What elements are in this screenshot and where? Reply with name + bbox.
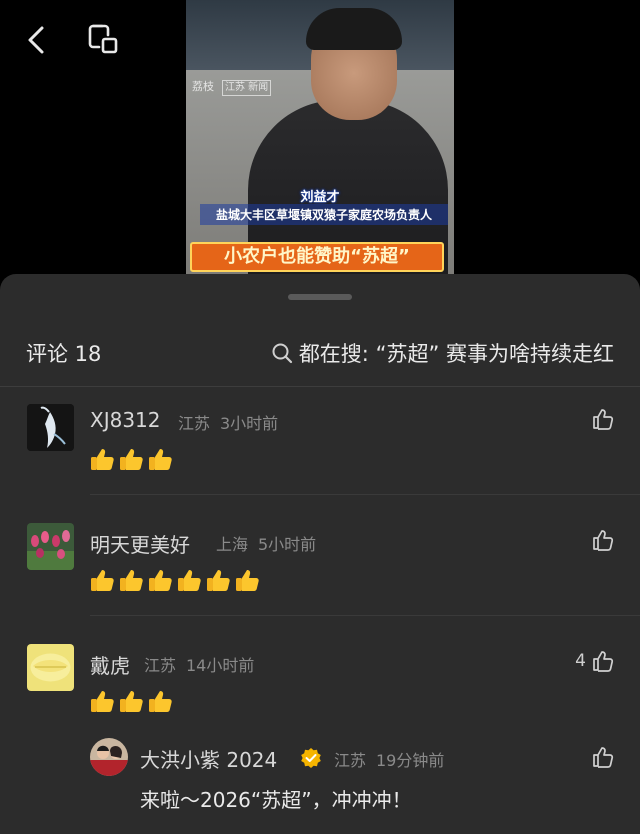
picture-in-picture-button[interactable] xyxy=(86,22,120,56)
thumbs-up-emoji-icon xyxy=(236,570,259,591)
thumbs-emoji-row xyxy=(90,567,261,593)
like-button[interactable] xyxy=(592,746,614,768)
reply-avatar[interactable] xyxy=(90,738,128,776)
pip-icon xyxy=(88,24,118,54)
comments-sheet: 评论 18 都在搜: “苏超” 赛事为啥持续走红 XJ8312 江苏 3小时前 xyxy=(0,274,640,834)
comment-time: 14小时前 xyxy=(186,656,255,675)
thumbs-up-emoji-icon xyxy=(149,449,172,470)
comment-count: 评论 18 xyxy=(26,342,102,366)
video-caption-name: 刘益才 xyxy=(300,190,340,205)
comment-time: 5小时前 xyxy=(258,535,317,554)
like-button[interactable] xyxy=(586,408,614,430)
thumbs-up-icon xyxy=(593,651,614,672)
thumbs-up-emoji-icon xyxy=(91,691,114,712)
comment-username[interactable]: XJ8312 xyxy=(90,408,161,432)
like-count: 4 xyxy=(575,651,586,671)
verified-badge-icon xyxy=(301,748,321,768)
thumbs-up-icon xyxy=(593,747,614,768)
search-icon xyxy=(272,343,292,364)
comments-header: 评论 18 都在搜: “苏超” 赛事为啥持续走红 xyxy=(0,328,640,386)
avatar[interactable] xyxy=(27,523,74,570)
comment-username[interactable]: 戴虎 xyxy=(90,650,130,679)
video-watermark-logo: 荔枝 xyxy=(192,80,214,93)
thumbs-up-icon xyxy=(593,409,614,430)
comment-time: 3小时前 xyxy=(220,414,279,433)
thumbs-up-emoji-icon xyxy=(149,570,172,591)
comment-location: 江苏 xyxy=(144,656,177,675)
avatar-image xyxy=(27,404,74,451)
search-suggestion-text: 都在搜: “苏超” 赛事为啥持续走红 xyxy=(298,342,614,366)
thumbs-up-emoji-icon xyxy=(120,691,143,712)
video-headline: 小农户也能赞助“苏超” xyxy=(190,242,444,272)
video-player[interactable]: 荔枝 江苏 新闻 刘益才 盐城大丰区草堰镇双猿子家庭农场负责人 小农户也能赞助“… xyxy=(186,0,454,290)
thumbs-up-emoji-icon xyxy=(120,449,143,470)
like-button[interactable]: 4 xyxy=(575,650,614,672)
reply-location: 江苏 xyxy=(334,751,367,770)
video-watermark-news: 江苏 新闻 xyxy=(222,80,272,96)
comment-divider xyxy=(90,494,640,495)
comment-username[interactable]: 明天更美好 xyxy=(90,529,190,558)
drag-handle[interactable] xyxy=(288,294,352,300)
thumbs-up-emoji-icon xyxy=(149,691,172,712)
avatar-image xyxy=(90,738,128,776)
video-area: 荔枝 江苏 新闻 刘益才 盐城大丰区草堰镇双猿子家庭农场负责人 小农户也能赞助“… xyxy=(0,0,640,290)
video-person-hair xyxy=(306,8,402,50)
like-button[interactable] xyxy=(586,529,614,551)
comment-location: 上海 xyxy=(216,535,249,554)
comment-location: 江苏 xyxy=(178,414,211,433)
thumbs-up-emoji-icon xyxy=(178,570,201,591)
reply-username[interactable]: 大洪小紫 2024 xyxy=(140,744,277,773)
thumbs-up-emoji-icon xyxy=(91,449,114,470)
back-button[interactable] xyxy=(22,22,54,58)
comment-divider xyxy=(90,615,640,616)
search-suggestion[interactable]: 都在搜: “苏超” 赛事为啥持续走红 xyxy=(271,338,614,368)
thumbs-emoji-row xyxy=(90,446,174,472)
avatar-image xyxy=(27,523,74,570)
thumbs-up-emoji-icon xyxy=(207,570,230,591)
chevron-left-icon xyxy=(28,26,44,54)
thumbs-up-emoji-icon xyxy=(91,570,114,591)
thumbs-up-icon xyxy=(593,530,614,551)
thumbs-up-emoji-icon xyxy=(120,570,143,591)
reply-time: 19分钟前 xyxy=(376,751,445,770)
video-caption-role: 盐城大丰区草堰镇双猿子家庭农场负责人 xyxy=(200,204,448,225)
avatar-image xyxy=(27,644,74,691)
header-divider xyxy=(0,386,640,387)
avatar[interactable] xyxy=(27,644,74,691)
avatar[interactable] xyxy=(27,404,74,451)
thumbs-emoji-row xyxy=(90,688,174,714)
reply-text: 来啦～2026“苏超”，冲冲冲！ xyxy=(140,788,412,812)
